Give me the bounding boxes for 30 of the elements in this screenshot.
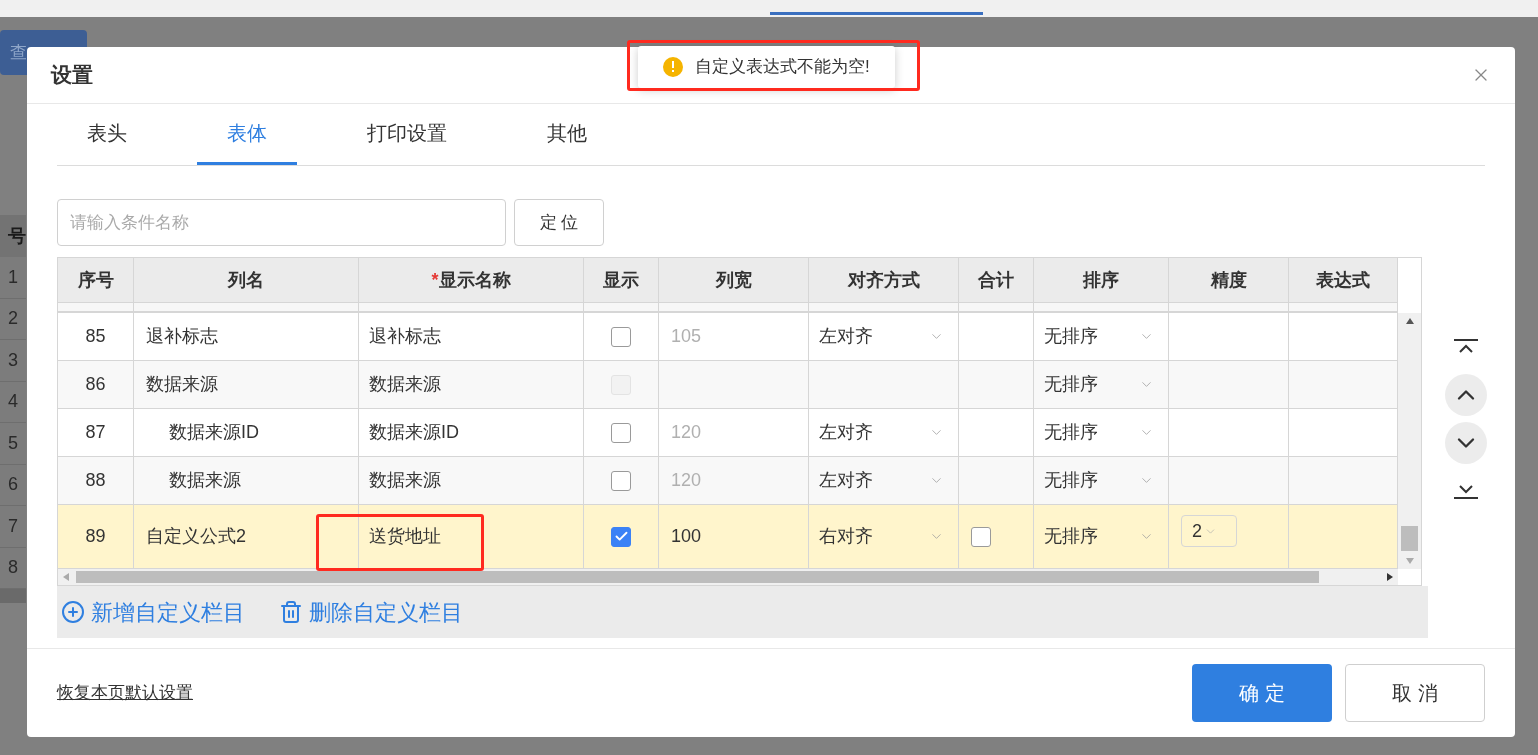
row-number: 4 [0,381,26,423]
row-number: 2 [0,298,26,340]
header-label: 列名 [228,268,264,292]
dialog-title: 设置 [51,62,93,89]
header-label: 序号 [77,268,114,292]
header-label: 合计 [978,268,1014,292]
column-header: 号 [0,215,26,257]
table-cell-text: 100 [671,525,702,548]
table-cell-text: 105 [671,325,702,348]
table-cell-text: 数据来源 [369,469,441,492]
row-number: 3 [0,340,26,382]
table-cell-text: 数据来源 [369,373,441,396]
table-cell-text: 数据来源ID [369,421,459,444]
table-cell-text: 退补标志 [369,325,441,348]
header-label: 显示名称 [438,268,511,292]
required-mark: * [431,268,439,292]
header-label: 显示 [603,268,639,292]
header-label: 列宽 [715,268,752,292]
table-cell-text: 120 [671,421,702,444]
header-label: 对齐方式 [847,268,920,292]
row-number: 7 [0,506,26,548]
header-label: 表达式 [1316,268,1370,292]
row-number: 1 [0,257,26,299]
table-cell-text: 送货地址 [369,525,441,548]
row-number: 6 [0,464,26,506]
header-label: 排序 [1083,268,1119,292]
toast-message: 自定义表达式不能为空! [695,56,870,79]
table-cell-text: 120 [671,469,702,492]
row-number: 5 [0,423,26,465]
header-label: 精度 [1210,268,1247,292]
